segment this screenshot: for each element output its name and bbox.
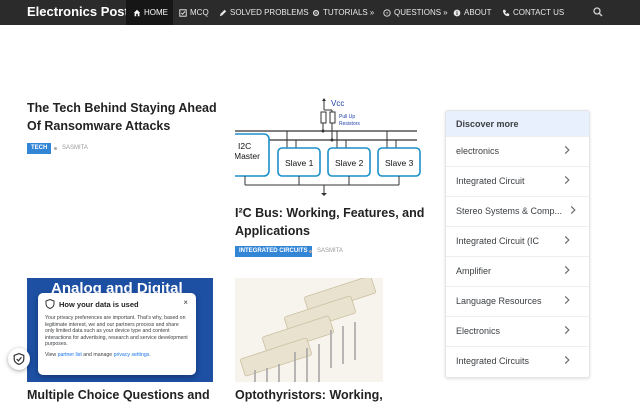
post-author[interactable]: SASMITA (317, 248, 343, 254)
vcc-label: Vcc (331, 99, 344, 108)
nav-home-label: HOME (144, 8, 168, 17)
discover-item-label: electronics (456, 146, 500, 156)
shield-icon (45, 299, 55, 309)
privacy-title: How your data is used (59, 299, 139, 309)
nav-solved-problems-label: SOLVED PROBLEMS (230, 8, 309, 17)
chevron-right-icon (570, 205, 576, 215)
category-badge-tech[interactable]: TECH (27, 143, 52, 154)
chevron-right-icon (564, 355, 570, 365)
post-title-mcq[interactable]: Multiple Choice Questions and (27, 386, 227, 404)
partner-list-link[interactable]: partner list (58, 352, 82, 358)
discover-item-label: Electronics (456, 326, 501, 336)
pencil-icon (219, 9, 227, 16)
post-title-optothyristors[interactable]: Optothyristors: Working, (235, 386, 425, 404)
discover-item-label: Stereo Systems & Comp... (456, 206, 563, 216)
info-icon (453, 9, 461, 16)
privacy-notice-popup: How your data is used × Your privacy pre… (38, 293, 196, 375)
discover-item[interactable]: Stereo Systems & Comp... (446, 196, 589, 226)
privacy-footer-middle: and manage (83, 351, 113, 358)
discover-item[interactable]: Electronics (446, 316, 589, 346)
search-icon[interactable] (593, 7, 603, 17)
privacy-footer: View partner list and manage privacy set… (45, 351, 151, 358)
discover-item-label: Amplifier (456, 266, 492, 276)
chevron-right-icon (564, 325, 570, 335)
resistors-label: Resistors (339, 121, 360, 127)
chevron-right-icon: » (443, 8, 448, 17)
privacy-settings-button[interactable] (8, 348, 30, 370)
nav-questions-label: QUESTIONS (394, 8, 442, 17)
discover-item[interactable]: Integrated Circuits (446, 346, 589, 376)
post-title-ransomware[interactable]: The Tech Behind Staying Ahead Of Ransomw… (27, 99, 222, 135)
nav-mcq-label: MCQ (190, 8, 209, 17)
privacy-footer-prefix: View (45, 351, 57, 358)
nav-contact-us-label: CONTACT US (513, 8, 565, 17)
gears-icon (312, 9, 320, 16)
nav-mcq[interactable]: MCQ (179, 0, 209, 25)
discover-item[interactable]: Language Resources (446, 286, 589, 316)
slave-2-label: Slave 2 (335, 158, 364, 168)
discover-more-title: Discover more (446, 111, 589, 137)
checkbox-icon (179, 8, 187, 17)
privacy-body: Your privacy preferences are important. … (45, 315, 188, 348)
nav-tutorials-label: TUTORIALS (323, 8, 368, 17)
optothyristor-thumbnail[interactable] (235, 278, 383, 382)
discover-more-panel: Discover more electronics Integrated Cir… (445, 110, 590, 378)
discover-item-label: Integrated Circuit (IC (456, 236, 540, 246)
discover-item[interactable]: Amplifier (446, 256, 589, 286)
slave-3-label: Slave 3 (385, 158, 414, 168)
nav-home[interactable]: HOME (126, 0, 173, 25)
slave-1-label: Slave 1 (285, 158, 314, 168)
chevron-right-icon (564, 145, 570, 155)
category-badge-integrated-circuits[interactable]: INTEGRATED CIRCUITS (235, 246, 312, 257)
question-icon: ? (383, 8, 391, 17)
close-icon[interactable]: × (183, 298, 188, 307)
discover-item-label: Integrated Circuits (456, 356, 530, 366)
home-icon (133, 9, 141, 16)
discover-item[interactable]: Integrated Circuit (446, 166, 589, 196)
chevron-right-icon (564, 295, 570, 305)
pull-up-label: Pull Up (339, 114, 355, 120)
discover-item[interactable]: Integrated Circuit (IC (446, 226, 589, 256)
meta-separator-dot (309, 250, 312, 253)
nav-about-label: ABOUT (464, 8, 492, 17)
chevron-right-icon (564, 265, 570, 275)
discover-item-label: Integrated Circuit (456, 176, 525, 186)
post-author[interactable]: SASMITA (62, 145, 88, 151)
discover-item-label: Language Resources (456, 296, 542, 306)
nav-tutorials[interactable]: TUTORIALS » (312, 0, 374, 25)
privacy-settings-link[interactable]: privacy settings (114, 352, 150, 358)
discover-item[interactable]: electronics (446, 136, 589, 166)
site-logo-text[interactable]: Electronics Post (27, 4, 129, 19)
post-title-i2c-bus[interactable]: I²C Bus: Working, Features, and Applicat… (235, 204, 425, 240)
chevron-right-icon (564, 175, 570, 185)
meta-separator-dot (54, 147, 57, 150)
master-label-line2: Master (235, 151, 260, 161)
master-label-line1: I2C (238, 141, 251, 151)
phone-icon (502, 9, 510, 16)
nav-questions[interactable]: ? QUESTIONS » (383, 0, 448, 25)
top-navigation-bar: Electronics Post HOME MCQ SOLVED PROBLEM… (0, 0, 640, 25)
shield-check-icon (13, 353, 25, 365)
nav-solved-problems[interactable]: SOLVED PROBLEMS (219, 0, 309, 25)
i2c-bus-diagram[interactable]: Vcc Pull Up Resistors I2C Master Slave 1… (235, 96, 421, 199)
nav-about[interactable]: ABOUT (453, 0, 492, 25)
chevron-right-icon: » (369, 8, 375, 17)
nav-contact-us[interactable]: CONTACT US (502, 0, 564, 25)
chevron-right-icon (564, 235, 570, 245)
svg-text:?: ? (386, 11, 389, 17)
